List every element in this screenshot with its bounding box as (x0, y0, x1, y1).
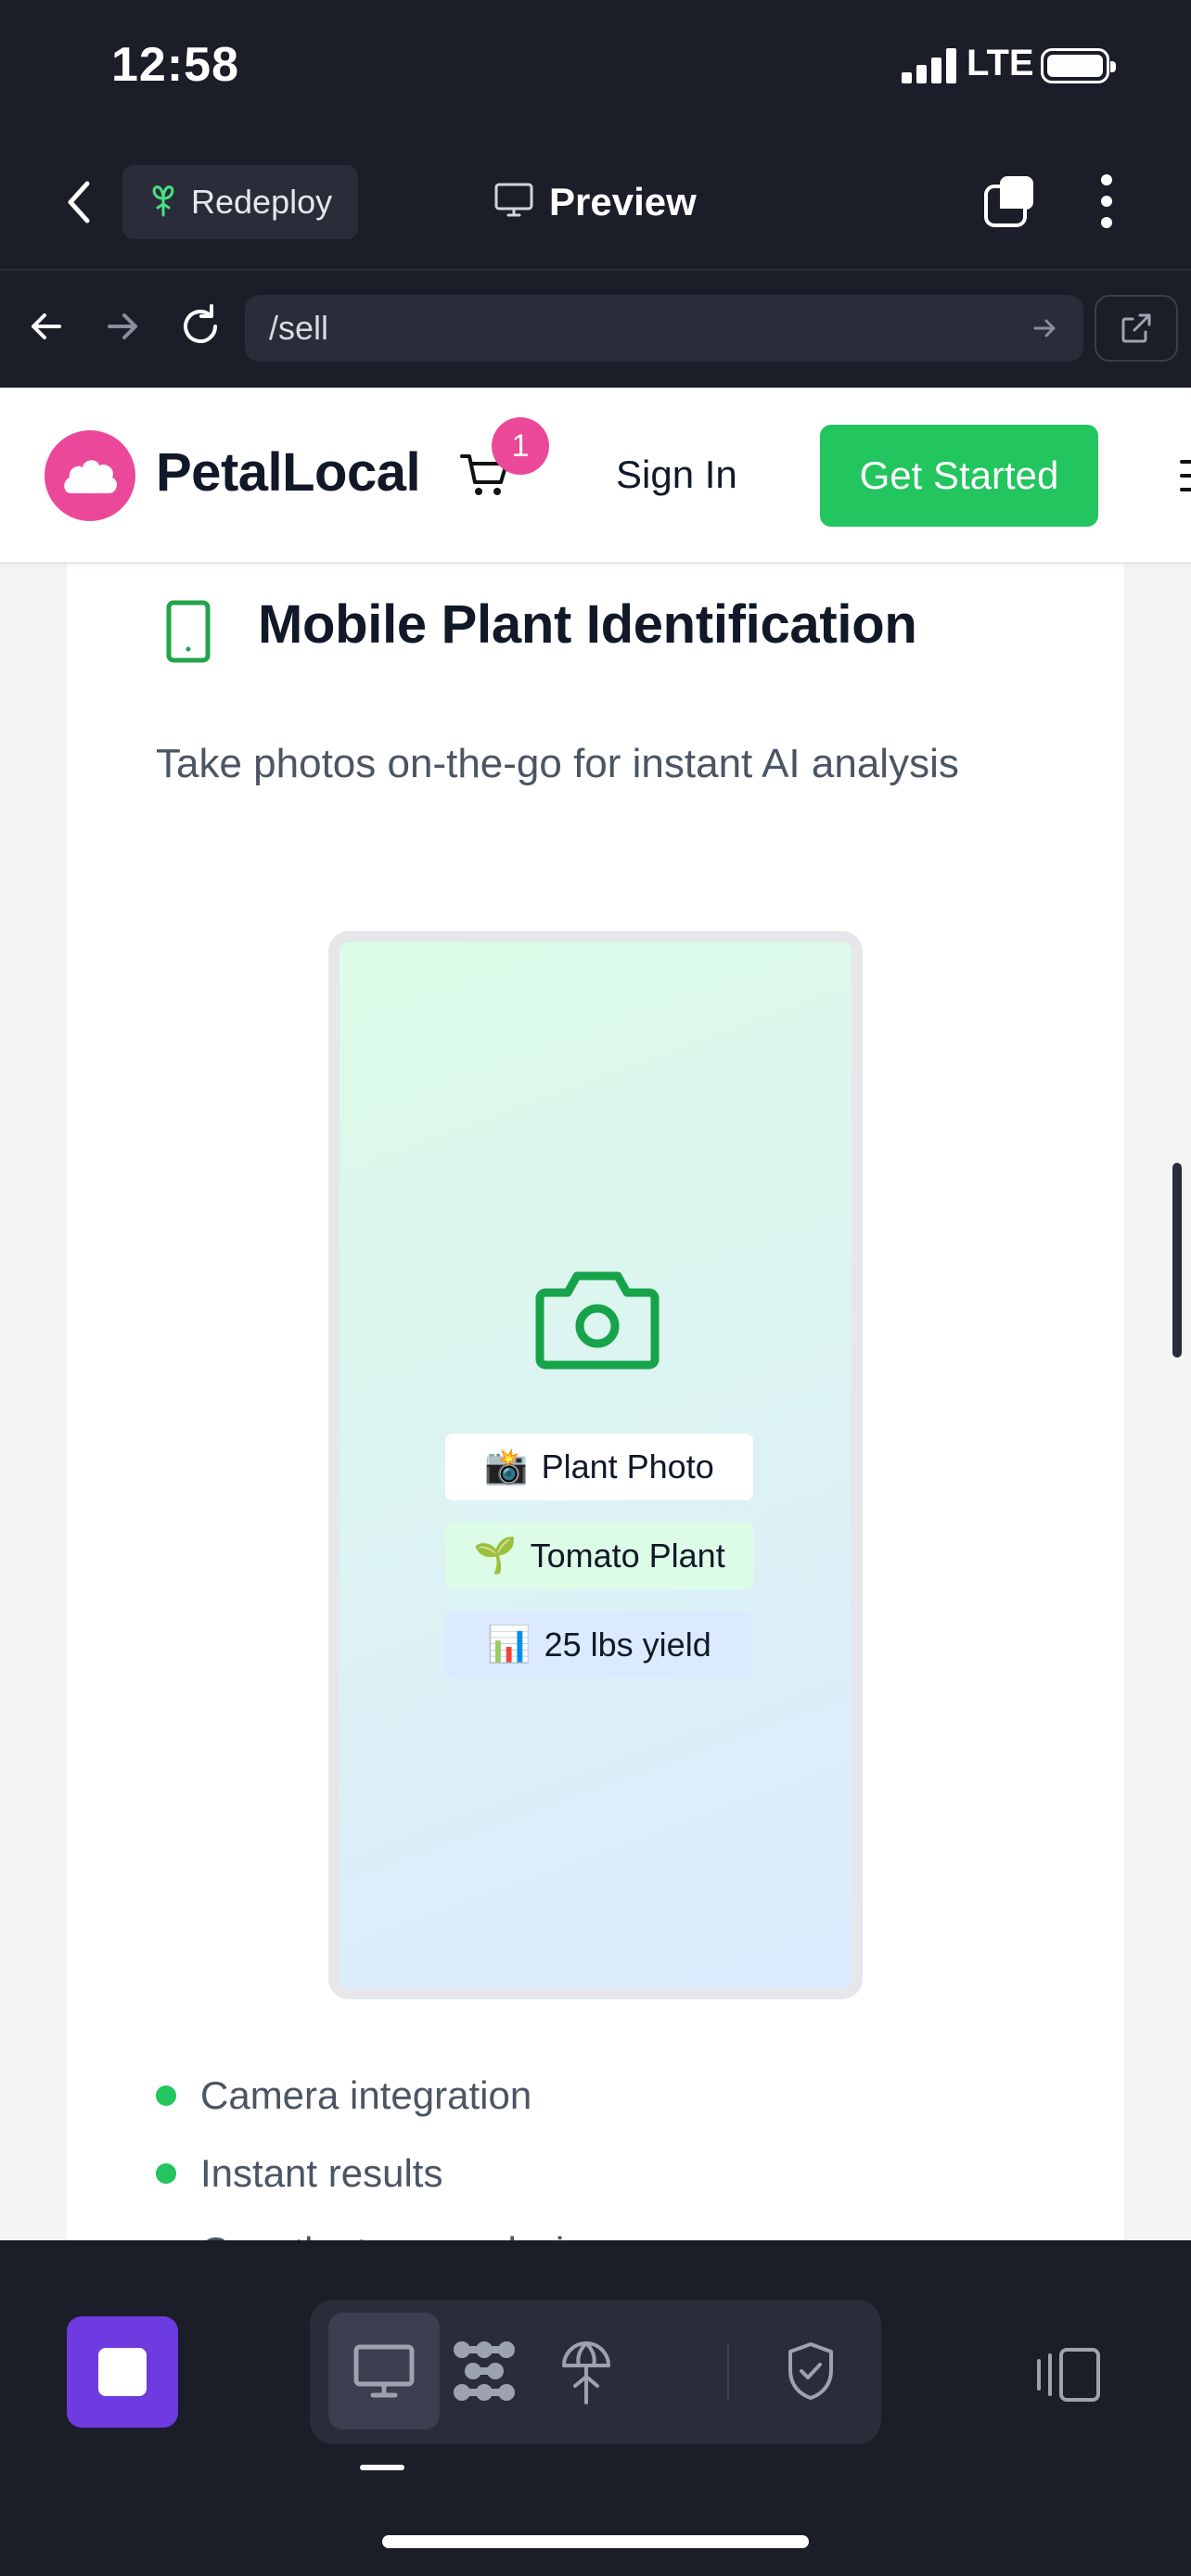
feature-item-label: Camera integration (200, 2073, 532, 2117)
bar-chart-emoji: 📊 (487, 1626, 531, 1664)
apps-icon[interactable] (429, 2313, 540, 2429)
app-bar: Redeploy Preview (0, 130, 1191, 271)
feature-item-label: Growth stage analysis (200, 2229, 583, 2240)
brand-logo[interactable] (45, 430, 135, 521)
list-item: Camera integration (156, 2057, 583, 2135)
view-switcher (310, 2300, 881, 2444)
yield-chip: 📊 25 lbs yield (445, 1612, 753, 1678)
feature-description: Take photos on-the-go for instant AI ana… (156, 741, 959, 786)
arrow-right-icon[interactable] (95, 299, 150, 354)
status-time: 12:58 (111, 38, 239, 92)
phone-mockup: 📸 Plant Photo 🌱 Tomato Plant 📊 25 lbs yi… (328, 931, 863, 1999)
preview-label: Preview (549, 180, 697, 223)
phone-icon (165, 599, 211, 664)
redeploy-label: Redeploy (191, 183, 333, 221)
vertical-scrollbar[interactable] (1172, 1163, 1182, 1358)
list-item: Growth stage analysis (156, 2213, 583, 2240)
tomato-plant-chip: 🌱 Tomato Plant (445, 1523, 753, 1589)
browser-toolbar: /sell (0, 271, 1191, 388)
site-header: PetalLocal 1 Sign In Get Started (0, 388, 1191, 564)
get-started-button[interactable]: Get Started (820, 425, 1098, 527)
bullet-dot (156, 2085, 176, 2106)
home-indicator (382, 2535, 809, 2548)
web-page: PetalLocal 1 Sign In Get Started Mobile … (0, 388, 1191, 2240)
chip-label: Tomato Plant (530, 1537, 725, 1575)
go-icon[interactable] (1028, 312, 1061, 345)
preview-title[interactable]: Preview (493, 174, 697, 230)
active-tab-indicator (360, 2465, 404, 2470)
bottom-toolbar (0, 2259, 1191, 2576)
desktop-icon[interactable] (328, 2313, 440, 2429)
redeploy-button[interactable]: Redeploy (122, 165, 358, 239)
feature-item-label: Instant results (200, 2151, 443, 2195)
stop-button[interactable] (67, 2316, 178, 2428)
feature-card: Mobile Plant Identification Take photos … (67, 564, 1124, 2240)
seedling-emoji: 🌱 (473, 1537, 518, 1575)
stop-icon (98, 2348, 147, 2396)
sign-in-link[interactable]: Sign In (616, 453, 737, 497)
back-icon[interactable] (56, 174, 102, 230)
chip-label: 25 lbs yield (544, 1626, 711, 1664)
external-link-icon[interactable] (1095, 295, 1178, 362)
status-bar: 12:58 LTE (0, 0, 1191, 130)
feature-list: Camera integration Instant results Growt… (156, 2057, 583, 2240)
url-text: /sell (269, 309, 329, 347)
more-icon[interactable] (1095, 169, 1119, 234)
plant-icon (148, 184, 178, 222)
shield-icon[interactable] (755, 2313, 866, 2429)
bullet-dot (156, 2163, 176, 2184)
plant-photo-chip: 📸 Plant Photo (445, 1434, 753, 1500)
monitor-icon (493, 182, 534, 223)
camera-icon (534, 1267, 660, 1371)
rotate-icon[interactable] (1033, 2344, 1102, 2405)
chip-label: Plant Photo (541, 1447, 714, 1486)
reload-icon[interactable] (173, 299, 228, 354)
tabs-icon[interactable] (981, 172, 1039, 230)
camera-flash-emoji: 📸 (484, 1447, 529, 1486)
arrow-left-icon[interactable] (19, 299, 74, 354)
deploy-icon[interactable] (531, 2313, 642, 2429)
battery-icon (1041, 48, 1116, 83)
list-item: Instant results (156, 2135, 583, 2213)
feature-title: Mobile Plant Identification (258, 594, 917, 655)
signal-icon (902, 48, 957, 83)
network-label: LTE (967, 43, 1034, 83)
toolbar-divider (727, 2344, 729, 2400)
cart-count-badge: 1 (492, 417, 549, 475)
url-field[interactable]: /sell (245, 295, 1083, 362)
brand-name[interactable]: PetalLocal (156, 441, 421, 504)
menu-icon[interactable] (1180, 460, 1191, 491)
